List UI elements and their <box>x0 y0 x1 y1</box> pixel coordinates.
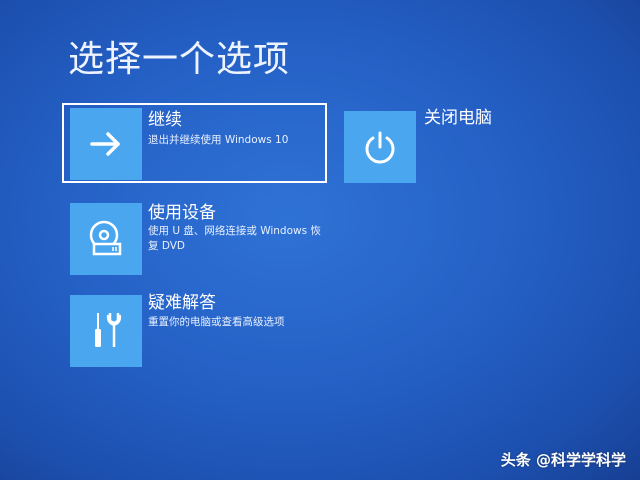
troubleshoot-tile <box>70 295 142 367</box>
troubleshoot-description: 重置你的电脑或查看高级选项 <box>148 316 285 328</box>
turn-off-tile <box>344 111 416 183</box>
use-device-title: 使用设备 <box>148 203 216 223</box>
continue-description: 退出并继续使用 Windows 10 <box>148 134 289 146</box>
continue-title: 继续 <box>148 110 182 130</box>
disc-drive-icon <box>89 220 122 256</box>
power-icon <box>365 131 395 164</box>
use-device-tile <box>70 203 142 275</box>
turn-off-title: 关闭电脑 <box>424 108 492 128</box>
troubleshoot-option[interactable]: 疑难解答 重置你的电脑或查看高级选项 <box>62 290 327 370</box>
continue-option[interactable]: 继续 退出并继续使用 Windows 10 <box>62 103 327 183</box>
use-device-description: 使用 U 盘、网络连接或 Windows 恢复 DVD <box>148 225 321 252</box>
turn-off-option[interactable]: 关闭电脑 <box>340 105 510 185</box>
continue-tile <box>70 108 142 180</box>
use-device-option[interactable]: 使用设备 使用 U 盘、网络连接或 Windows 恢复 DVD <box>62 198 327 278</box>
page-title: 选择一个选项 <box>68 39 291 80</box>
watermark: 头条 @科学学科学 <box>500 451 626 469</box>
tools-icon <box>95 313 122 347</box>
troubleshoot-title: 疑难解答 <box>148 293 216 313</box>
arrow-right-icon <box>90 132 120 156</box>
